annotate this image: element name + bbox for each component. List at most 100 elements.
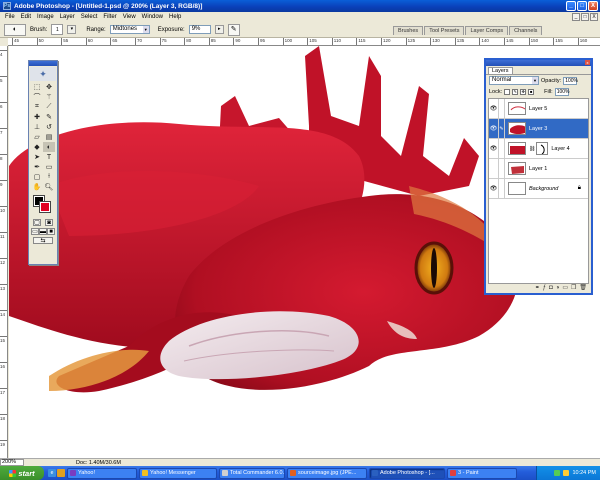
brush-picker[interactable]: 1 bbox=[51, 24, 64, 35]
shape-tool-icon[interactable]: ▭ bbox=[43, 162, 55, 172]
blend-mode-select[interactable]: Normal ▼ bbox=[489, 76, 539, 85]
menu-filter[interactable]: Filter bbox=[100, 14, 119, 20]
healing-brush-icon[interactable]: ✚ bbox=[31, 112, 43, 122]
airbrush-button[interactable]: ✎ bbox=[227, 23, 240, 36]
adjustment-layer-icon[interactable]: ◑ bbox=[556, 285, 560, 291]
eye-hidden-slot[interactable] bbox=[489, 159, 499, 178]
exposure-input[interactable]: 9% bbox=[188, 25, 211, 34]
well-tab-tool-presets[interactable]: Tool Presets bbox=[424, 26, 465, 35]
taskbar-button[interactable]: 3 - Paint bbox=[447, 467, 517, 479]
marquee-tool-icon[interactable]: ⬚ bbox=[31, 82, 43, 92]
screen-mode-full-icon[interactable]: ■ bbox=[47, 228, 55, 235]
crop-tool-icon[interactable]: ⌗ bbox=[31, 102, 43, 112]
background-color[interactable] bbox=[39, 201, 51, 213]
doc-close-button[interactable]: X bbox=[590, 13, 598, 21]
menu-file[interactable]: File bbox=[2, 14, 18, 20]
zoom-input[interactable]: 200% bbox=[0, 459, 24, 466]
eraser-tool-icon[interactable]: ▱ bbox=[31, 132, 43, 142]
type-tool-icon[interactable]: T bbox=[43, 152, 55, 162]
link-slot[interactable] bbox=[499, 159, 505, 178]
zoom-tool-icon[interactable]: 🔍︎ bbox=[43, 182, 55, 192]
layer-mask-thumbnail[interactable] bbox=[536, 142, 549, 155]
imageready-jump-icon[interactable]: ⇆ bbox=[33, 237, 53, 244]
link-slot[interactable] bbox=[499, 99, 505, 118]
tools-palette-titlebar[interactable] bbox=[29, 61, 57, 66]
link-slot[interactable] bbox=[499, 139, 505, 158]
hand-tool-icon[interactable]: ✋ bbox=[31, 182, 43, 192]
layer-row-background[interactable]: 👁︎ Background 🔒︎ bbox=[489, 179, 588, 199]
lock-transparent-icon[interactable] bbox=[504, 88, 511, 95]
messenger-tray-icon[interactable] bbox=[563, 470, 570, 476]
title-bar[interactable]: Ps Adobe Photoshop - [Untitled-1.psd @ 2… bbox=[0, 0, 600, 12]
doc-restore-button[interactable]: □ bbox=[581, 13, 589, 21]
well-tab-brushes[interactable]: Brushes bbox=[393, 26, 424, 35]
brush-dropdown-icon[interactable]: ▾ bbox=[67, 25, 77, 34]
taskbar-button[interactable]: Total Commander 6.0... bbox=[219, 467, 285, 479]
quick-mask-icon[interactable]: ◙ bbox=[45, 219, 53, 226]
menu-edit[interactable]: Edit bbox=[18, 14, 34, 20]
exposure-slider-icon[interactable]: ▸ bbox=[214, 25, 224, 34]
standard-mode-icon[interactable]: ▢ bbox=[33, 219, 41, 226]
new-layer-icon[interactable]: ❐ bbox=[571, 284, 576, 291]
opacity-input[interactable]: 100% bbox=[563, 76, 578, 85]
history-brush-icon[interactable]: ↺ bbox=[43, 122, 55, 132]
layer-row-layer-1[interactable]: Layer 1 bbox=[489, 159, 588, 179]
minimize-button[interactable]: _ bbox=[566, 1, 576, 11]
trash-icon[interactable]: 🗑︎ bbox=[579, 284, 587, 291]
dodge-tool-icon[interactable]: ◐ bbox=[43, 142, 55, 152]
layer-style-icon[interactable]: ƒ bbox=[543, 285, 546, 291]
well-tab-layer-comps[interactable]: Layer Comps bbox=[465, 26, 509, 35]
menu-window[interactable]: Window bbox=[139, 14, 166, 20]
path-selection-icon[interactable]: ➤ bbox=[31, 152, 43, 162]
screen-mode-standard-icon[interactable]: ▭ bbox=[31, 228, 39, 235]
blur-tool-icon[interactable]: ◆ bbox=[31, 142, 43, 152]
eye-icon[interactable]: 👁︎ bbox=[489, 119, 499, 138]
well-tab-channels[interactable]: Channels bbox=[509, 26, 543, 35]
ie-icon[interactable]: e bbox=[48, 469, 56, 477]
tools-palette[interactable]: ✦ ⬚ ✥ ⌒ ⚚ ⌗ ⟋ ✚ ✎ ⊥ ↺ ▱ ▤ ◆ ◐ ➤ T ✒ ▭ ▢ … bbox=[28, 60, 58, 265]
taskbar-button[interactable]: Yahoo! Messenger bbox=[139, 467, 217, 479]
menu-select[interactable]: Select bbox=[78, 14, 101, 20]
brush-tool-icon[interactable]: ✎ bbox=[43, 112, 55, 122]
network-icon[interactable] bbox=[554, 470, 561, 476]
lock-image-icon[interactable]: ✎ bbox=[512, 88, 519, 95]
start-button[interactable]: start bbox=[0, 466, 44, 480]
range-select[interactable]: Midtones ▼ bbox=[109, 25, 150, 34]
clone-stamp-icon[interactable]: ⊥ bbox=[31, 122, 43, 132]
add-mask-icon[interactable]: ◘ bbox=[549, 285, 553, 291]
tool-preset-picker[interactable]: ◐ bbox=[4, 23, 26, 36]
layer-row-layer-4[interactable]: 👁︎ ⛓︎ Layer 4 bbox=[489, 139, 588, 159]
taskbar-button[interactable]: Adobe Photoshop - [... bbox=[369, 467, 445, 479]
taskbar-button[interactable]: Yahoo! bbox=[67, 467, 137, 479]
lock-position-icon[interactable]: ✥ bbox=[520, 88, 527, 95]
layer-row-layer-3[interactable]: 👁︎ ✎ Layer 3 bbox=[489, 119, 588, 139]
eyedropper-icon[interactable]: ⟊ bbox=[43, 172, 55, 182]
link-layers-icon[interactable]: ⚭ bbox=[535, 284, 540, 291]
chain-link-icon[interactable]: ⛓︎ bbox=[529, 146, 535, 152]
eye-icon[interactable]: 👁︎ bbox=[489, 99, 499, 118]
doc-minimize-button[interactable]: _ bbox=[572, 13, 580, 21]
close-icon[interactable]: x bbox=[585, 60, 590, 65]
tab-layers[interactable]: Layers bbox=[488, 67, 513, 74]
notes-tool-icon[interactable]: ▢ bbox=[31, 172, 43, 182]
pen-tool-icon[interactable]: ✒ bbox=[31, 162, 43, 172]
menu-view[interactable]: View bbox=[120, 14, 139, 20]
new-group-icon[interactable]: ▭ bbox=[562, 284, 568, 291]
maximize-button[interactable]: □ bbox=[577, 1, 587, 11]
move-tool-icon[interactable]: ✥ bbox=[43, 82, 55, 92]
gradient-tool-icon[interactable]: ▤ bbox=[43, 132, 55, 142]
eye-icon[interactable]: 👁︎ bbox=[489, 139, 499, 158]
link-slot[interactable] bbox=[499, 179, 505, 198]
menu-help[interactable]: Help bbox=[166, 14, 184, 20]
lasso-tool-icon[interactable]: ⌒ bbox=[31, 92, 43, 102]
menu-layer[interactable]: Layer bbox=[57, 14, 78, 20]
folder-icon[interactable] bbox=[57, 469, 65, 477]
screen-mode-menubar-icon[interactable]: ▬ bbox=[39, 228, 47, 235]
eye-icon[interactable]: 👁︎ bbox=[489, 179, 499, 198]
menu-image[interactable]: Image bbox=[34, 14, 57, 20]
layers-palette-titlebar[interactable]: x bbox=[486, 60, 591, 66]
document-size[interactable]: Doc: 1.40M/30.6M bbox=[76, 460, 121, 466]
slice-tool-icon[interactable]: ⟋ bbox=[43, 102, 55, 112]
lock-all-icon[interactable]: ■ bbox=[528, 88, 535, 95]
photoshop-feather-icon[interactable]: ✦ bbox=[30, 67, 56, 81]
